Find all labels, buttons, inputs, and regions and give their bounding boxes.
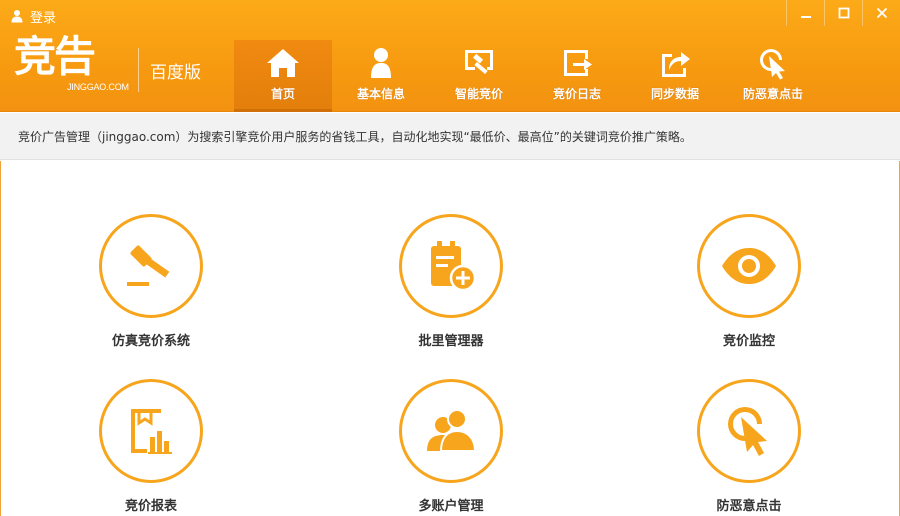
nav-label: 基本信息 — [356, 87, 405, 101]
feature-label: 仿真竞价系统 — [111, 334, 190, 349]
maximize-icon — [838, 7, 849, 19]
nav-label: 智能竞价 — [454, 87, 503, 101]
feature-label: 多账户管理 — [418, 499, 484, 514]
login-label: 登录 — [30, 10, 57, 26]
minimize-button[interactable] — [786, 0, 824, 26]
nav-label: 竞价日志 — [552, 87, 601, 101]
login-link[interactable]: 登录 — [10, 6, 56, 26]
feature-bid-report[interactable]: 竞价报表 — [81, 379, 221, 516]
main-nav: 首页 基本信息 智能竞价 竞价日志 同步数据 防恶意点击 — [234, 40, 822, 112]
feature-icon-circle — [399, 214, 503, 318]
feature-label: 防恶意点击 — [716, 499, 782, 514]
close-button[interactable] — [862, 0, 900, 26]
logo-text: 竞告 — [14, 32, 96, 81]
feature-label: 竞价报表 — [124, 499, 177, 514]
users-icon — [427, 409, 477, 452]
nav-label: 防恶意点击 — [742, 87, 803, 101]
user-icon — [11, 10, 23, 23]
report-icon — [131, 409, 172, 454]
feature-multi-account[interactable]: 多账户管理 — [381, 379, 521, 516]
nav-item-home[interactable]: 首页 — [234, 40, 332, 112]
close-icon — [876, 7, 887, 19]
description-text: 竞价广告管理（jinggao.com）为搜索引擎竞价用户服务的省钱工具，自动化地… — [18, 129, 692, 144]
feature-icon-circle — [99, 379, 203, 483]
nav-item-basic-info[interactable]: 基本信息 — [332, 40, 430, 112]
nav-item-sync-data[interactable]: 同步数据 — [626, 40, 724, 112]
feature-label: 批里管理器 — [418, 334, 484, 349]
edition-label: 百度版 — [150, 63, 201, 83]
feature-icon-circle — [99, 214, 203, 318]
log-icon — [564, 50, 592, 76]
feature-icon-circle — [399, 379, 503, 483]
nav-item-anti-click-fraud[interactable]: 防恶意点击 — [724, 40, 822, 112]
feature-icon-circle — [697, 379, 801, 483]
feature-grid: 仿真竞价系统 批里管理器 竞价监控 竞价报表 多账户管理 防恶意点击 — [0, 161, 900, 516]
maximize-button[interactable] — [824, 0, 862, 26]
nav-item-bid-log[interactable]: 竞价日志 — [528, 40, 626, 112]
feature-simulated-bidding[interactable]: 仿真竞价系统 — [81, 214, 221, 364]
feature-label: 竞价监控 — [722, 334, 775, 349]
eye-icon — [722, 248, 776, 284]
user-icon — [371, 48, 391, 78]
home-icon — [267, 49, 299, 77]
brand-logo: 竞告 JINGGAO.COM — [14, 36, 129, 98]
feature-anti-click-fraud[interactable]: 防恶意点击 — [679, 379, 819, 516]
cursor-click-icon — [760, 49, 785, 80]
cursor-click-icon — [728, 407, 767, 456]
clipboard-add-icon — [431, 241, 477, 292]
auction-icon — [465, 50, 493, 75]
header-divider — [138, 48, 139, 92]
description-bar: 竞价广告管理（jinggao.com）为搜索引擎竞价用户服务的省钱工具，自动化地… — [0, 113, 900, 160]
minimize-icon — [800, 16, 811, 18]
feature-bid-monitor[interactable]: 竞价监控 — [679, 214, 819, 364]
logo-subtitle: JINGGAO.COM — [67, 82, 129, 92]
sync-icon — [662, 52, 690, 77]
gavel-icon — [127, 245, 170, 286]
nav-label: 首页 — [270, 87, 295, 101]
feature-batch-manager[interactable]: 批里管理器 — [381, 214, 521, 364]
app-header: 登录 竞告 JINGGAO.COM 百度版 首页 基本信息 智能竞价 竞价日志 … — [0, 0, 900, 112]
nav-label: 同步数据 — [650, 87, 699, 101]
nav-item-smart-bidding[interactable]: 智能竞价 — [430, 40, 528, 112]
feature-icon-circle — [697, 214, 801, 318]
window-controls — [786, 0, 900, 26]
